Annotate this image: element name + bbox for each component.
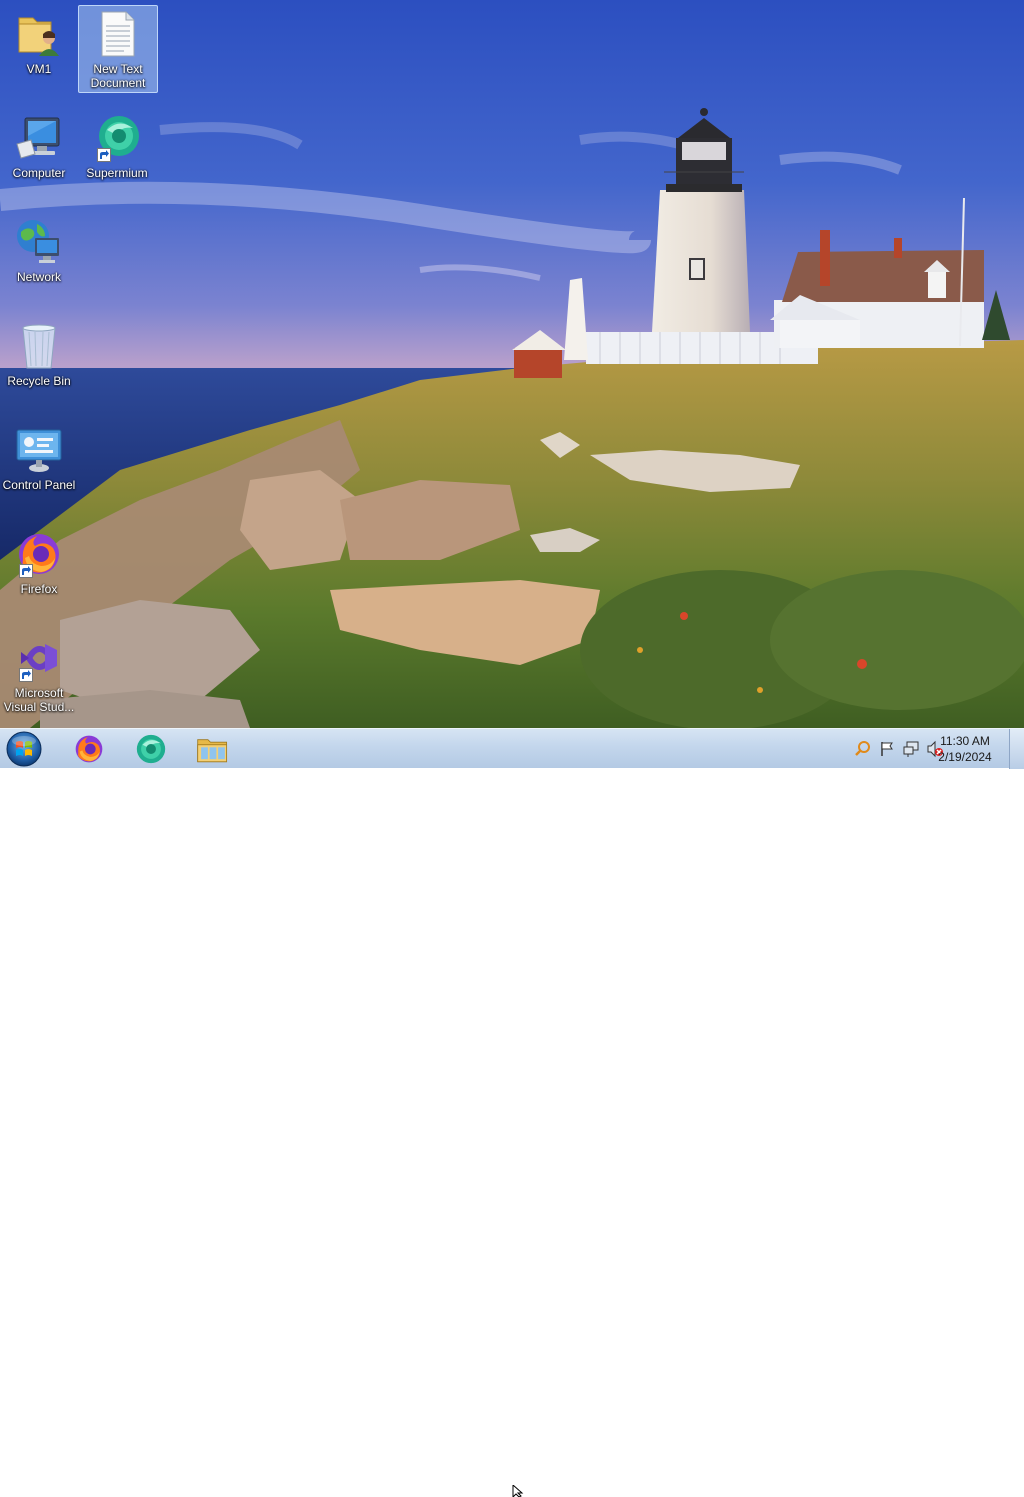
windows-start-orb-icon — [6, 731, 42, 767]
mouse-cursor-icon — [512, 1485, 524, 1497]
desktop-icon-label: Control Panel — [2, 478, 76, 492]
search-indexing-icon[interactable] — [854, 740, 872, 758]
computer-icon — [15, 114, 63, 162]
taskbar[interactable]: 11:30 AM 2/19/2024 — [0, 728, 1024, 1497]
clock-date: 2/19/2024 — [938, 750, 992, 764]
desktop[interactable]: VM1 New Text Document Computer Supermium… — [0, 0, 1024, 728]
user-folder-icon — [15, 10, 63, 58]
desktop-icon-recycle-bin[interactable]: Recycle Bin — [0, 318, 78, 390]
desktop-icon-vm1[interactable]: VM1 — [0, 6, 78, 78]
desktop-icon-supermium[interactable]: Supermium — [78, 110, 156, 182]
desktop-icon-control-panel[interactable]: Control Panel — [0, 422, 78, 494]
start-button[interactable] — [4, 730, 44, 768]
desktop-icon-label: VM1 — [26, 62, 52, 76]
supermium-browser-icon — [93, 114, 141, 162]
desktop-icon-computer[interactable]: Computer — [0, 110, 78, 182]
shortcut-arrow-icon — [19, 668, 33, 682]
desktop-icon-label: Firefox — [20, 582, 58, 596]
shortcut-arrow-icon — [19, 564, 33, 578]
text-document-icon — [94, 10, 142, 58]
show-desktop-button[interactable] — [1009, 729, 1024, 769]
desktop-icon-label: New Text Document — [90, 62, 146, 90]
supermium-browser-icon — [136, 734, 166, 764]
taskbar-supermium-button[interactable] — [124, 731, 178, 767]
taskbar-firefox-button[interactable] — [62, 731, 116, 767]
network-tray-icon[interactable] — [902, 740, 920, 758]
firefox-icon — [75, 735, 103, 763]
desktop-icon-label: Supermium — [86, 166, 148, 180]
desktop-icon-new-text-document[interactable]: New Text Document — [78, 5, 158, 93]
network-icon — [15, 218, 63, 266]
desktop-icon-label: Computer — [12, 166, 66, 180]
clock-time: 11:30 AM — [940, 734, 990, 748]
visual-studio-icon — [15, 634, 63, 682]
taskbar-clock[interactable]: 11:30 AM 2/19/2024 — [930, 733, 1000, 765]
desktop-icon-label: Recycle Bin — [7, 374, 71, 388]
control-panel-icon — [15, 426, 63, 474]
action-center-flag-icon[interactable] — [878, 740, 896, 758]
desktop-icon-network[interactable]: Network — [0, 214, 78, 286]
desktop-icon-label: Network — [16, 270, 61, 284]
desktop-icon-firefox[interactable]: Firefox — [0, 526, 78, 598]
file-explorer-icon — [197, 739, 228, 763]
desktop-icon-visual-studio[interactable]: Microsoft Visual Stud... — [0, 630, 78, 716]
shortcut-arrow-icon — [97, 148, 111, 162]
desktop-icon-label: Microsoft Visual Stud... — [3, 686, 75, 714]
firefox-icon — [15, 530, 63, 578]
recycle-bin-icon — [15, 322, 63, 370]
system-tray: 11:30 AM 2/19/2024 — [834, 729, 1024, 769]
taskbar-file-explorer-button[interactable] — [186, 731, 240, 767]
